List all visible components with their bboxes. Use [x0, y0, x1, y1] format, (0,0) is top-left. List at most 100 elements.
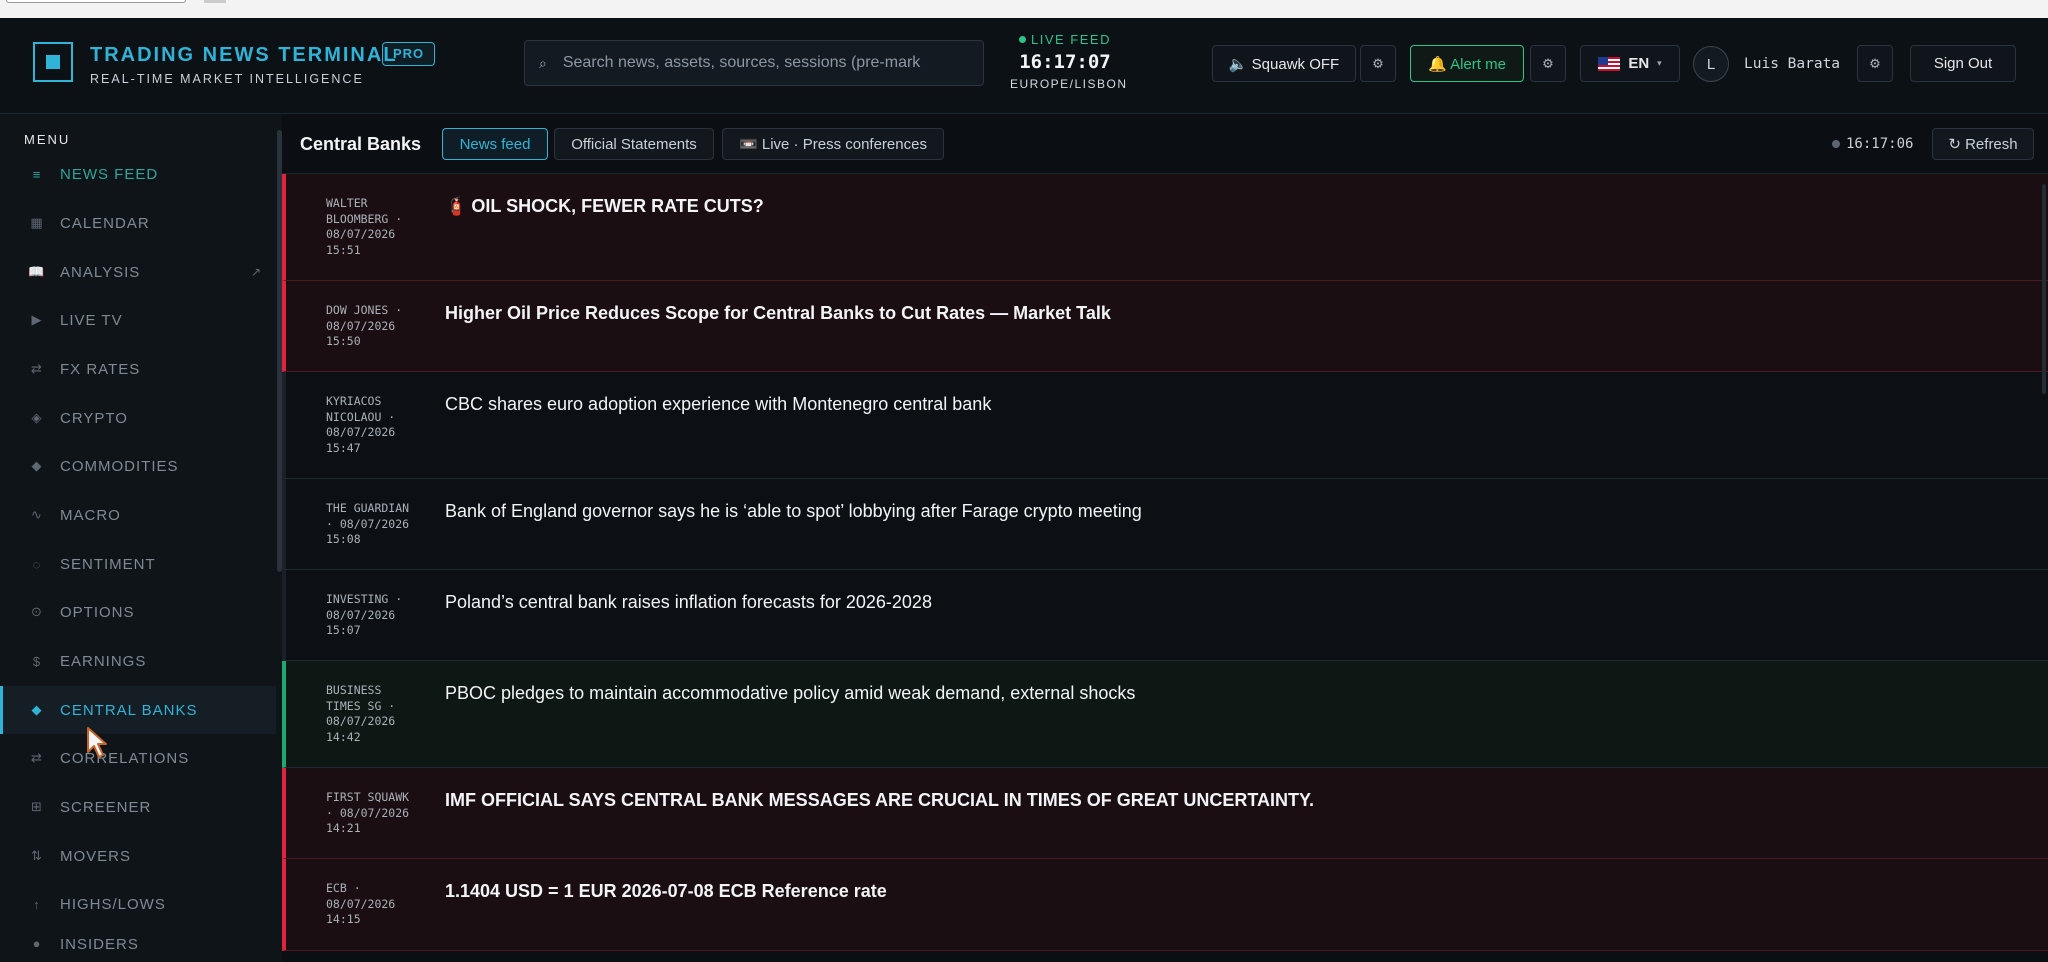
sidebar-item-crypto[interactable]: ◈ CRYPTO	[0, 394, 276, 442]
crypto-icon: ◈	[31, 410, 43, 425]
news-headline[interactable]: Bank of England governor says he is ‘abl…	[445, 501, 1142, 522]
external-link-icon: ↗	[250, 265, 262, 279]
refresh-button[interactable]: ↻ Refresh	[1932, 128, 2034, 160]
news-headline[interactable]: IMF OFFICIAL SAYS CENTRAL BANK MESSAGES …	[445, 790, 1314, 811]
sidebar-item-label: COMMODITIES	[60, 457, 179, 475]
sidebar-item-label: OPTIONS	[60, 603, 135, 621]
news-row[interactable]: DOW JONES · 08/07/2026 15:50 Higher Oil Pr…	[282, 281, 2048, 372]
sidebar-item-macro[interactable]: ∿ MACRO	[0, 491, 276, 539]
sidebar: MENU ≡ NEWS FEED ▦ CALENDAR 📖 ANALYSIS ↗…	[0, 114, 282, 962]
brand-title: TRADING NEWS TERMINAL	[90, 44, 398, 66]
news-row[interactable]: INVESTING · 08/07/2026 15:07 Poland’s cent…	[282, 570, 2048, 661]
sidebar-item-label: EARNINGS	[60, 652, 147, 670]
list-icon: ≡	[32, 166, 42, 182]
tab-official-statements[interactable]: Official Statements	[554, 128, 714, 160]
news-headline-text: OIL SHOCK, FEWER RATE CUTS?	[471, 196, 764, 216]
sidebar-item-highs-lows[interactable]: ↑ HIGHS/LOWS	[0, 880, 276, 928]
browser-tab-secondary[interactable]	[204, 0, 226, 3]
search-icon: ⌕	[539, 54, 547, 71]
news-meta: BUSINESS TIMES SG · 08/07/2026 14:42	[326, 683, 396, 744]
squawk-settings-gear-icon[interactable]: ⚙	[1360, 45, 1396, 82]
exchange-icon: ⇄	[31, 361, 43, 376]
avatar[interactable]: L	[1693, 46, 1729, 82]
sidebar-item-label: SENTIMENT	[60, 555, 156, 573]
sidebar-item-options[interactable]: ⊙ OPTIONS	[0, 588, 276, 636]
news-headline[interactable]: Higher Oil Price Reduces Scope for Centr…	[445, 303, 1111, 324]
play-icon: ▶	[31, 312, 43, 327]
news-row[interactable]: KYRIACOS NICOLAOU · 08/07/2026 15:47 CBC sh…	[282, 372, 2048, 479]
mouse-cursor-icon	[87, 727, 107, 758]
news-row[interactable]: BUSINESS TIMES SG · 08/07/2026 14:42 PBOC p…	[282, 661, 2048, 768]
news-meta: WALTER BLOOMBERG · 08/07/2026 15:51	[326, 196, 403, 257]
sidebar-item-sentiment[interactable]: ◌ SENTIMENT	[0, 540, 276, 588]
news-row[interactable]: FIRST SQUAWK · 08/07/2026 14:21 IMF OFFICI…	[282, 768, 2048, 859]
sidebar-item-screener[interactable]: ⊞ SCREENER	[0, 783, 276, 831]
sidebar-item-insiders[interactable]: ● INSIDERS	[0, 926, 276, 962]
search-box[interactable]: ⌕	[524, 40, 984, 86]
sidebar-item-live-tv[interactable]: ▶ LIVE TV	[0, 296, 276, 344]
exchange-icon: ⇄	[31, 750, 43, 765]
sidebar-item-correlations[interactable]: ⇄ CORRELATIONS	[0, 734, 276, 782]
live-time: 16:17:07	[1019, 51, 1111, 73]
sidebar-item-central-banks[interactable]: ◆ CENTRAL BANKS	[0, 686, 276, 734]
news-row[interactable]: ECB · 08/07/2026 14:15 1.1404 USD = 1 EUR …	[282, 859, 2048, 951]
diamond-icon: ◆	[31, 458, 43, 473]
news-headline[interactable]: Poland’s central bank raises inflation f…	[445, 592, 932, 613]
news-feed-list: WALTER BLOOMBERG · 08/07/2026 15:51 🧯 OIL SH…	[282, 174, 2048, 951]
news-headline[interactable]: 1.1404 USD = 1 EUR 2026-07-08 ECB Refere…	[445, 881, 887, 902]
browser-chrome-strip	[0, 0, 2048, 18]
sidebar-item-commodities[interactable]: ◆ COMMODITIES	[0, 442, 276, 490]
news-headline[interactable]: 🧯 OIL SHOCK, FEWER RATE CUTS?	[445, 196, 764, 217]
main-panel: Central Banks News feed Official Stateme…	[282, 114, 2048, 962]
user-settings-gear-icon[interactable]: ⚙	[1857, 45, 1893, 82]
squawk-toggle-button[interactable]: 🔈 Squawk OFF	[1212, 45, 1356, 82]
sentiment-icon: ◌	[32, 556, 42, 572]
sidebar-item-label: ANALYSIS	[60, 263, 141, 281]
sidebar-item-label: CORRELATIONS	[60, 749, 190, 767]
live-dot-icon	[1019, 36, 1027, 43]
sidebar-item-label: MOVERS	[60, 847, 132, 865]
sidebar-item-label: LIVE TV	[60, 311, 123, 329]
sidebar-item-earnings[interactable]: $ EARNINGS	[0, 637, 276, 685]
sidebar-item-label: CALENDAR	[60, 214, 150, 232]
news-meta: INVESTING · 08/07/2026 15:07	[326, 592, 403, 638]
sidebar-item-label: SCREENER	[60, 798, 152, 816]
search-input[interactable]	[562, 54, 963, 72]
app-window: TRADING NEWS TERMINAL PRO REAL-TIME MARK…	[0, 18, 2048, 962]
feed-scrollbar[interactable]	[2042, 184, 2046, 394]
news-headline[interactable]: PBOC pledges to maintain accommodative p…	[445, 683, 1135, 704]
sidebar-item-news-feed[interactable]: ≡ NEWS FEED	[0, 150, 276, 198]
sidebar-item-label: INSIDERS	[60, 936, 139, 953]
news-headline[interactable]: CBC shares euro adoption experience with…	[445, 394, 991, 415]
news-meta: FIRST SQUAWK · 08/07/2026 14:21	[326, 790, 410, 836]
tab-live-press-conferences[interactable]: 📼 Live · Press conferences	[722, 128, 944, 160]
sidebar-item-label: HIGHS/LOWS	[60, 895, 166, 913]
logo-icon	[33, 42, 73, 82]
news-row[interactable]: WALTER BLOOMBERG · 08/07/2026 15:51 🧯 OIL SH…	[282, 174, 2048, 281]
wave-icon: ∿	[31, 507, 43, 522]
tab-news-feed[interactable]: News feed	[442, 128, 548, 160]
user-icon: ●	[32, 936, 42, 951]
sign-out-button[interactable]: Sign Out	[1910, 45, 2016, 82]
sidebar-item-fx-rates[interactable]: ⇄ FX RATES	[0, 345, 276, 393]
sidebar-item-label: CENTRAL BANKS	[60, 701, 198, 719]
username: Luis Barata	[1744, 56, 1841, 72]
sidebar-item-label: CRYPTO	[60, 409, 128, 427]
alert-settings-gear-icon[interactable]: ⚙	[1530, 45, 1566, 82]
news-meta: THE GUARDIAN · 08/07/2026 15:08	[326, 501, 410, 547]
brand-subtitle: REAL-TIME MARKET INTELLIGENCE	[90, 72, 364, 86]
language-select[interactable]: EN ▾	[1580, 45, 1680, 82]
sidebar-item-analysis[interactable]: 📖 ANALYSIS ↗	[0, 248, 276, 296]
news-row[interactable]: THE GUARDIAN · 08/07/2026 15:08 Bank of En…	[282, 479, 2048, 570]
diamond-icon: ◆	[31, 702, 43, 717]
browser-tab[interactable]	[6, 0, 186, 3]
alert-me-button[interactable]: 🔔 Alert me	[1410, 45, 1524, 82]
news-meta: ECB · 08/07/2026 14:15	[326, 881, 396, 927]
live-feed-clock: LIVE FEED 16:17:07 EUROPE/LISBON	[1010, 32, 1128, 91]
arrow-up-icon: ↑	[33, 896, 41, 912]
timezone-label: EUROPE/LISBON	[1010, 77, 1128, 91]
sidebar-item-label: FX RATES	[60, 360, 141, 378]
sidebar-item-calendar[interactable]: ▦ CALENDAR	[0, 199, 276, 247]
sidebar-item-movers[interactable]: ⇅ MOVERS	[0, 832, 276, 880]
top-header: TRADING NEWS TERMINAL PRO REAL-TIME MARK…	[0, 18, 2048, 114]
